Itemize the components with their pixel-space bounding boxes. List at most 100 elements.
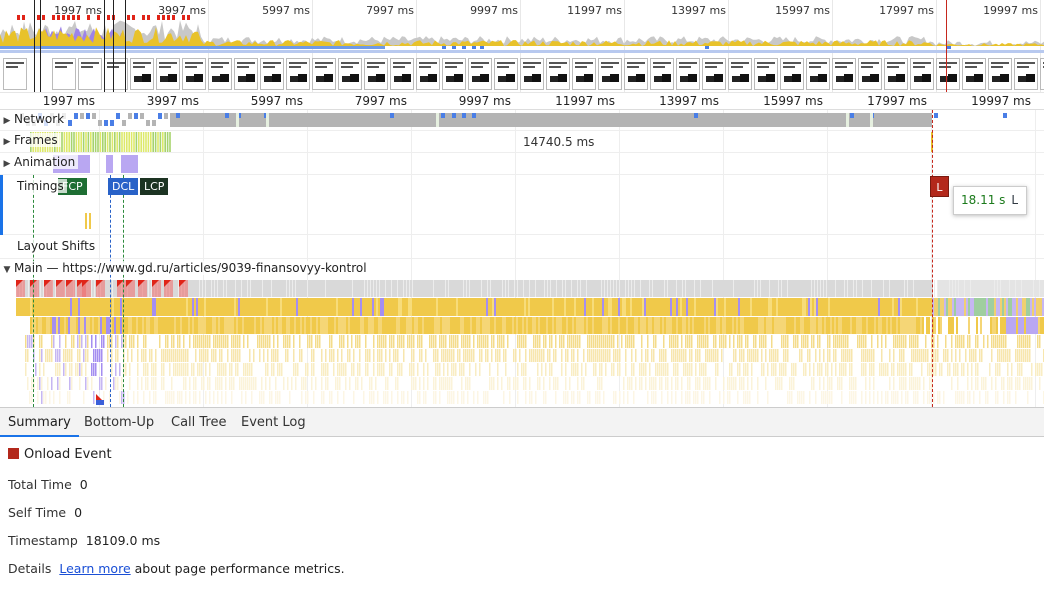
call-slice [91,377,93,390]
scripting-slice [272,298,274,316]
call-slice [542,317,544,334]
filmstrip-frame[interactable] [754,58,778,90]
lcp-chip[interactable]: LCP [140,178,169,195]
selection-handle-left[interactable] [34,0,35,92]
call-slice [137,335,139,348]
filmstrip-frame[interactable] [182,58,206,90]
filmstrip-frame[interactable] [988,58,1012,90]
filmstrip-frame[interactable] [910,58,934,90]
filmstrip-frame[interactable] [260,58,284,90]
filmstrip-frame[interactable] [156,58,180,90]
filmstrip-frame[interactable] [3,58,27,90]
scripting-slice [1034,298,1036,316]
call-slice [940,317,942,334]
scripting-slice [822,298,824,316]
filmstrip-frame[interactable] [728,58,752,90]
call-slice [268,317,270,334]
filmstrip-frame[interactable] [416,58,440,90]
scripting-slice [728,298,730,316]
selection-handle-right[interactable] [125,0,126,92]
frames-track-label[interactable]: ▶ Frames [0,133,61,147]
filmstrip-frame[interactable] [390,58,414,90]
call-slice [747,377,749,390]
filmstrip-frame[interactable] [234,58,258,90]
call-slice [107,349,109,362]
frame-bar [138,132,140,152]
learn-more-link[interactable]: Learn more [59,561,130,576]
filmstrip-frame[interactable] [572,58,596,90]
filmstrip-frame[interactable] [650,58,674,90]
call-slice [990,317,992,334]
main-thread-header[interactable]: ▼ Main — https://www.gd.ru/articles/9039-… [0,259,1044,280]
filmstrip-frame[interactable] [52,58,76,90]
call-slice [456,317,458,334]
filmstrip-frame[interactable] [130,58,154,90]
collapse-triangle-icon[interactable]: ▼ [0,265,14,275]
filmstrip-frame[interactable] [858,58,882,90]
dcl-chip[interactable]: DCL [108,178,139,195]
filmstrip-frame[interactable] [364,58,388,90]
filmstrip-frame[interactable] [598,58,622,90]
filmstrip-frame[interactable] [338,58,362,90]
tab-summary[interactable]: Summary [0,408,79,437]
filmstrip-frame[interactable] [546,58,570,90]
filmstrip-frame[interactable] [1040,58,1044,90]
call-slice [515,377,517,390]
call-slice [34,317,36,334]
main-thread-flame-chart[interactable] [0,280,1044,407]
filmstrip-frame[interactable] [780,58,804,90]
onload-chip[interactable]: L [930,176,949,197]
timeline-overview[interactable]: 1997 ms 3997 ms 5997 ms 7997 ms 9997 ms 11997… [0,0,1044,93]
call-slice [886,317,888,334]
scripting-slice [462,298,464,316]
task-divider [1021,280,1022,297]
tab-event-log[interactable]: Event Log [233,408,314,437]
filmstrip-frame[interactable] [806,58,830,90]
call-slice [705,377,707,390]
filmstrip-frame[interactable] [884,58,908,90]
filmstrip-frame[interactable] [676,58,700,90]
tab-call-tree[interactable]: Call Tree [163,408,235,437]
filmstrip-frame[interactable] [936,58,960,90]
filmstrip-frame[interactable] [78,58,102,90]
filmstrip-frame[interactable] [468,58,492,90]
animation-bar[interactable] [106,155,113,173]
call-slice [890,317,892,334]
call-slice [869,377,871,390]
call-slice [823,377,825,390]
frames-track[interactable]: ▶ Frames 14740.5 ms [0,131,1044,153]
call-slice [607,335,609,348]
filmstrip-frame[interactable] [520,58,544,90]
filmstrip-frame[interactable] [442,58,466,90]
filmstrip-frame[interactable] [832,58,856,90]
animation-bar[interactable] [121,155,138,173]
animation-track-label[interactable]: ▶ Animation [0,155,79,169]
filmstrip-frame[interactable] [962,58,986,90]
filmstrip-frame[interactable] [702,58,726,90]
tab-bottom-up[interactable]: Bottom-Up [76,408,162,437]
filmstrip-frame[interactable] [312,58,336,90]
task-divider [835,280,836,297]
main-track-label[interactable]: ▼ Main — https://www.gd.ru/articles/9039-… [0,261,370,275]
filmstrip-frame[interactable] [208,58,232,90]
filmstrip-frame[interactable] [286,58,310,90]
screenshot-filmstrip[interactable] [0,56,1044,92]
call-slice [595,363,597,376]
expand-triangle-icon[interactable]: ▶ [0,137,14,147]
filmstrip-frame[interactable] [494,58,518,90]
layout-shifts-track[interactable]: Layout Shifts [0,235,1044,259]
network-track[interactable]: ▶ Network [0,110,1044,131]
call-slice [278,317,280,334]
animation-track[interactable]: ▶ Animation [0,153,1044,175]
filmstrip-frame[interactable] [1014,58,1038,90]
scripting-slice [168,298,170,316]
expand-triangle-icon[interactable]: ▶ [0,116,14,126]
filmstrip-frame[interactable] [624,58,648,90]
expand-triangle-icon[interactable]: ▶ [0,159,14,169]
scripting-slice [658,298,660,316]
timeline-tracks[interactable]: ▶ Network ▶ Frames 14740.5 ms ▶ Animation T… [0,110,1044,407]
call-slice [760,317,762,334]
network-track-label[interactable]: ▶ Network [0,112,68,126]
long-task-mark [167,15,170,20]
self-time-row: Self Time 0 [8,505,82,520]
